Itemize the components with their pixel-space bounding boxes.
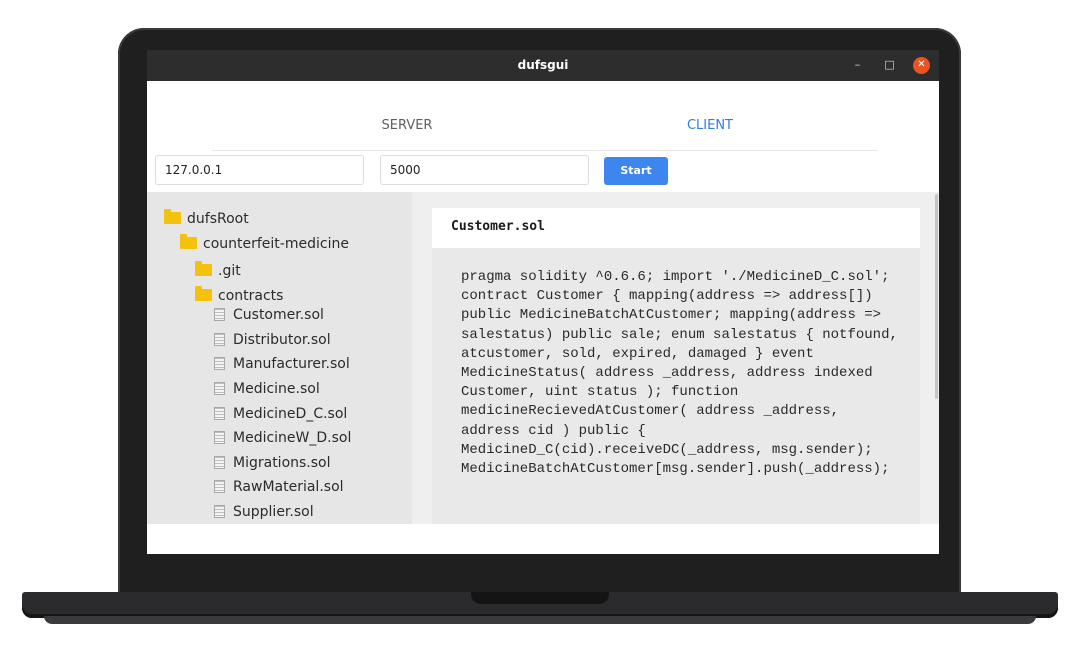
file-icon — [214, 480, 225, 493]
tree-file[interactable]: MedicineD_C.sol — [214, 403, 347, 425]
file-icon — [214, 382, 225, 395]
laptop-base-shadow — [44, 616, 1036, 624]
tree-item-label: RawMaterial.sol — [233, 479, 344, 495]
file-icon — [214, 357, 225, 370]
tab-client[interactable]: CLIENT — [610, 110, 810, 150]
tree-item-label: Customer.sol — [233, 307, 324, 323]
scrollbar[interactable] — [935, 194, 938, 399]
file-icon — [214, 505, 225, 518]
tree-file[interactable]: RawMaterial.sol — [214, 476, 344, 498]
tree-file[interactable]: MedicineW_D.sol — [214, 427, 351, 449]
folder-icon — [180, 234, 197, 249]
tree-item-label: Manufacturer.sol — [233, 356, 350, 372]
host-input[interactable] — [155, 155, 364, 185]
mode-tabs: SERVER CLIENT — [212, 110, 877, 151]
file-icon — [214, 333, 225, 346]
maximize-icon[interactable]: □ — [881, 57, 898, 74]
file-icon — [214, 456, 225, 469]
tree-folder-root[interactable]: dufsRoot — [164, 208, 249, 230]
tree-file[interactable]: Customer.sol — [214, 304, 324, 326]
tree-folder-project[interactable]: counterfeit-medicine — [180, 233, 349, 255]
laptop-notch — [471, 592, 609, 604]
tree-file[interactable]: Supplier.sol — [214, 501, 314, 523]
folder-icon — [195, 261, 212, 276]
tree-item-label: Distributor.sol — [233, 332, 331, 348]
app-window: dufsgui – □ ✕ SERVER CLIENT Start dufsRo… — [147, 50, 939, 554]
tree-item-label: Migrations.sol — [233, 455, 331, 471]
tree-item-label: counterfeit-medicine — [203, 236, 349, 252]
file-content: pragma solidity ^0.6.6; import './Medici… — [432, 248, 920, 524]
tree-item-label: dufsRoot — [187, 211, 249, 227]
tree-file[interactable]: Manufacturer.sol — [214, 353, 350, 375]
window-title: dufsgui — [517, 58, 569, 72]
tree-item-label: contracts — [218, 288, 284, 304]
tree-item-label: MedicineW_D.sol — [233, 430, 352, 446]
folder-icon — [164, 209, 181, 224]
folder-icon — [195, 286, 212, 301]
minimize-icon[interactable]: – — [849, 57, 866, 74]
start-button[interactable]: Start — [604, 157, 668, 185]
port-input[interactable] — [380, 155, 589, 185]
tree-file[interactable]: Medicine.sol — [214, 378, 320, 400]
tree-item-label: Supplier.sol — [233, 504, 314, 520]
file-icon — [214, 407, 225, 420]
close-icon[interactable]: ✕ — [913, 57, 930, 74]
tree-item-label: Medicine.sol — [233, 381, 320, 397]
title-bar: dufsgui – □ ✕ — [147, 50, 939, 81]
tree-file[interactable]: Distributor.sol — [214, 329, 331, 351]
file-icon — [214, 308, 225, 321]
tree-item-label: .git — [218, 263, 241, 279]
tree-folder-git[interactable]: .git — [195, 260, 241, 282]
tab-server[interactable]: SERVER — [307, 110, 507, 150]
file-tree: dufsRoot counterfeit-medicine .git contr… — [147, 192, 412, 524]
tree-file[interactable]: Migrations.sol — [214, 452, 331, 474]
status-strip — [147, 524, 939, 554]
tree-item-label: MedicineD_C.sol — [233, 406, 348, 422]
viewer-filename: Customer.sol — [432, 208, 920, 248]
file-viewer: Customer.sol pragma solidity ^0.6.6; imp… — [432, 208, 920, 524]
content-area: dufsRoot counterfeit-medicine .git contr… — [147, 192, 939, 524]
file-icon — [214, 431, 225, 444]
